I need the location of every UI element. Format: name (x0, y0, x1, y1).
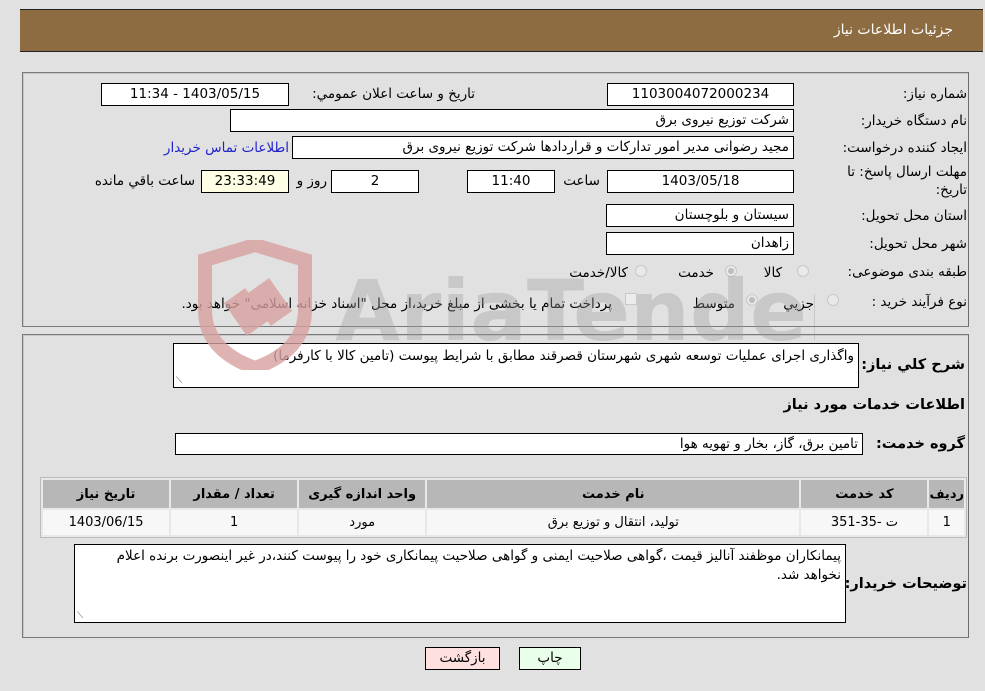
treasury-checkbox[interactable] (625, 293, 637, 305)
deadline-time-label: ساعت (563, 173, 600, 189)
buyer-org-field: شرکت توزیع نیروی برق (230, 109, 794, 132)
deadline-date-field: 1403/05/18 (607, 170, 794, 193)
resize-grip-icon[interactable]: ⟋ (77, 612, 83, 621)
category-option-goods-service: کالا/خدمت (569, 265, 628, 281)
province-field: سیستان و بلوچستان (606, 204, 794, 227)
page-title: جزئیات اطلاعات نیاز (833, 22, 953, 38)
remaining-time-label: ساعت باقي مانده (94, 173, 195, 189)
cell-row-number: 1 (929, 510, 964, 535)
buyer-notes-textarea[interactable]: پیمانکاران موظفند آنالیز قیمت ،گواهی صلا… (74, 544, 846, 623)
category-radio-goods[interactable] (797, 265, 809, 277)
category-option-goods: کالا (763, 265, 782, 281)
process-radio-medium[interactable] (746, 294, 758, 306)
deadline-time-field: 11:40 (467, 170, 555, 193)
days-label: روز و (296, 173, 327, 189)
days-remaining-field: 2 (331, 170, 419, 193)
process-type-label: نوع فرآیند خرید : (871, 294, 967, 310)
table-row: 1 ت -35-351 تولید، انتقال و توزیع برق مو… (43, 510, 964, 535)
page-header: جزئیات اطلاعات نیاز (20, 9, 983, 52)
creator-field: مجید رضوانی مدیر امور تدارکات و قرارداده… (292, 136, 794, 159)
services-table: ردیف کد خدمت نام خدمت واحد اندازه گیری ت… (40, 477, 967, 538)
province-label: استان محل تحویل: (861, 208, 967, 224)
description-text: واگذاری اجرای عملیات توسعه شهری شهرستان … (273, 348, 854, 364)
remaining-time-field: 23:33:49 (201, 170, 289, 193)
services-heading: اطلاعات خدمات مورد نياز (783, 397, 965, 413)
table-header-row: ردیف کد خدمت نام خدمت واحد اندازه گیری ت… (43, 480, 964, 508)
col-header-service-code: کد خدمت (801, 480, 928, 508)
category-radio-service[interactable] (725, 265, 737, 277)
cell-need-date: 1403/06/15 (43, 510, 170, 535)
description-label: شرح کلي نياز: (861, 357, 965, 373)
cell-service-name: تولید، انتقال و توزیع برق (427, 510, 800, 535)
print-button[interactable]: چاپ (519, 647, 581, 670)
cell-unit: مورد (299, 510, 426, 535)
cell-quantity: 1 (171, 510, 298, 535)
buyer-org-label: نام دستگاه خريدار: (860, 113, 967, 129)
category-option-service: خدمت (678, 265, 714, 281)
col-header-service-name: نام خدمت (427, 480, 800, 508)
deadline-label: مهلت ارسال پاسخ: تا تاریخ: (847, 164, 967, 198)
back-button[interactable]: بازگشت (425, 647, 500, 670)
process-radio-minor[interactable] (827, 294, 839, 306)
buyer-notes-text: پیمانکاران موظفند آنالیز قیمت ،گواهی صلا… (116, 548, 841, 583)
treasury-checkbox-label: پرداخت تمام یا بخشی از مبلغ خرید،از محل … (181, 296, 612, 312)
service-group-label: گروه خدمت: (875, 436, 965, 452)
need-number-field: 1103004072000234 (607, 83, 794, 106)
col-header-row-number: ردیف (929, 480, 964, 508)
announce-label: تاریخ و ساعت اعلان عمومي: (312, 86, 475, 102)
buyer-contact-link[interactable]: اطلاعات تماس خريدار (164, 140, 289, 156)
cell-service-code: ت -35-351 (801, 510, 928, 535)
category-radio-goods-service[interactable] (635, 265, 647, 277)
buyer-notes-label: توضیحات خریدار: (844, 576, 967, 592)
category-label: طبقه بندی موضوعی: (847, 264, 967, 280)
col-header-need-date: تاریخ نیاز (43, 480, 170, 508)
col-header-quantity: تعداد / مقدار (171, 480, 298, 508)
description-textarea[interactable]: واگذاری اجرای عملیات توسعه شهری شهرستان … (173, 343, 859, 388)
process-option-medium: متوسط (692, 296, 735, 312)
city-field: زاهدان (606, 232, 794, 255)
resize-grip-icon[interactable]: ⟋ (176, 377, 182, 386)
service-group-field: تامین برق، گاز، بخار و تهویه هوا (175, 433, 863, 455)
process-option-minor: جزيي (783, 296, 814, 312)
announce-datetime-field: 1403/05/15 - 11:34 (101, 83, 289, 106)
need-number-label: شماره نیاز: (902, 86, 967, 102)
creator-label: ایجاد کننده درخواست: (842, 140, 967, 156)
col-header-unit: واحد اندازه گیری (299, 480, 426, 508)
city-label: شهر محل تحویل: (869, 236, 967, 252)
